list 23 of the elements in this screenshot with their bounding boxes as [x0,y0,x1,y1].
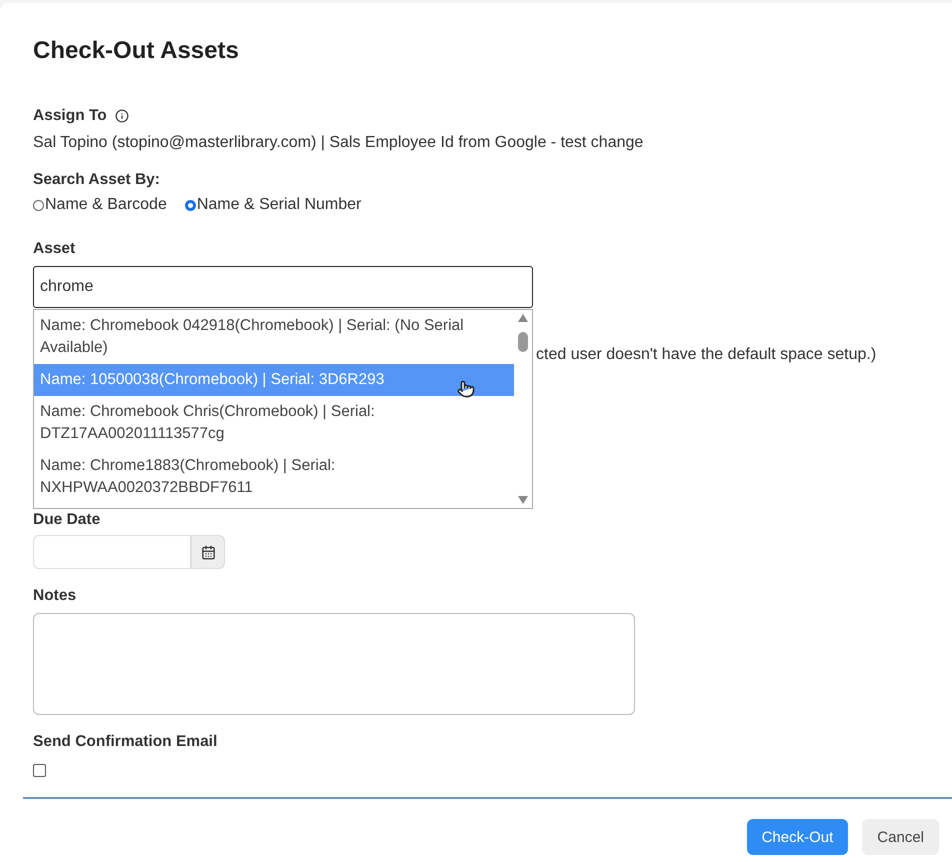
calendar-button[interactable] [191,535,225,569]
field-label: Notes [33,587,78,605]
calendar-icon [200,544,216,560]
field-label: Search Asset By: [33,171,161,189]
info-icon[interactable] [114,109,129,123]
scroll-thumb[interactable] [518,332,528,352]
field-label: Send Confirmation Email [33,733,218,751]
assignee-text: Sal Topino (stopino@masterlibrary.com) | Sals Employee Id from Google - test change [33,134,644,152]
scroll-up-icon[interactable] [518,314,528,322]
cancel-button[interactable]: Cancel [862,819,939,855]
field-label: Due Date [33,511,102,529]
radio-option[interactable]: Name & Serial Number [184,196,362,214]
dialog-title: Check-Out Assets [33,37,240,65]
radio-option[interactable]: Name & Barcode [33,196,167,214]
hand-cursor-icon [457,380,475,398]
date-field[interactable] [33,535,192,569]
asset-search-field[interactable]: chrome [33,266,533,308]
note-text: cted user doesn't have the default space setup.) [536,346,878,364]
field-label: Asset [33,240,76,258]
scroll-down-icon[interactable] [518,496,528,504]
checkbox[interactable] [33,764,46,777]
field-label: Assign To [33,107,107,125]
notes-field[interactable] [33,613,635,715]
